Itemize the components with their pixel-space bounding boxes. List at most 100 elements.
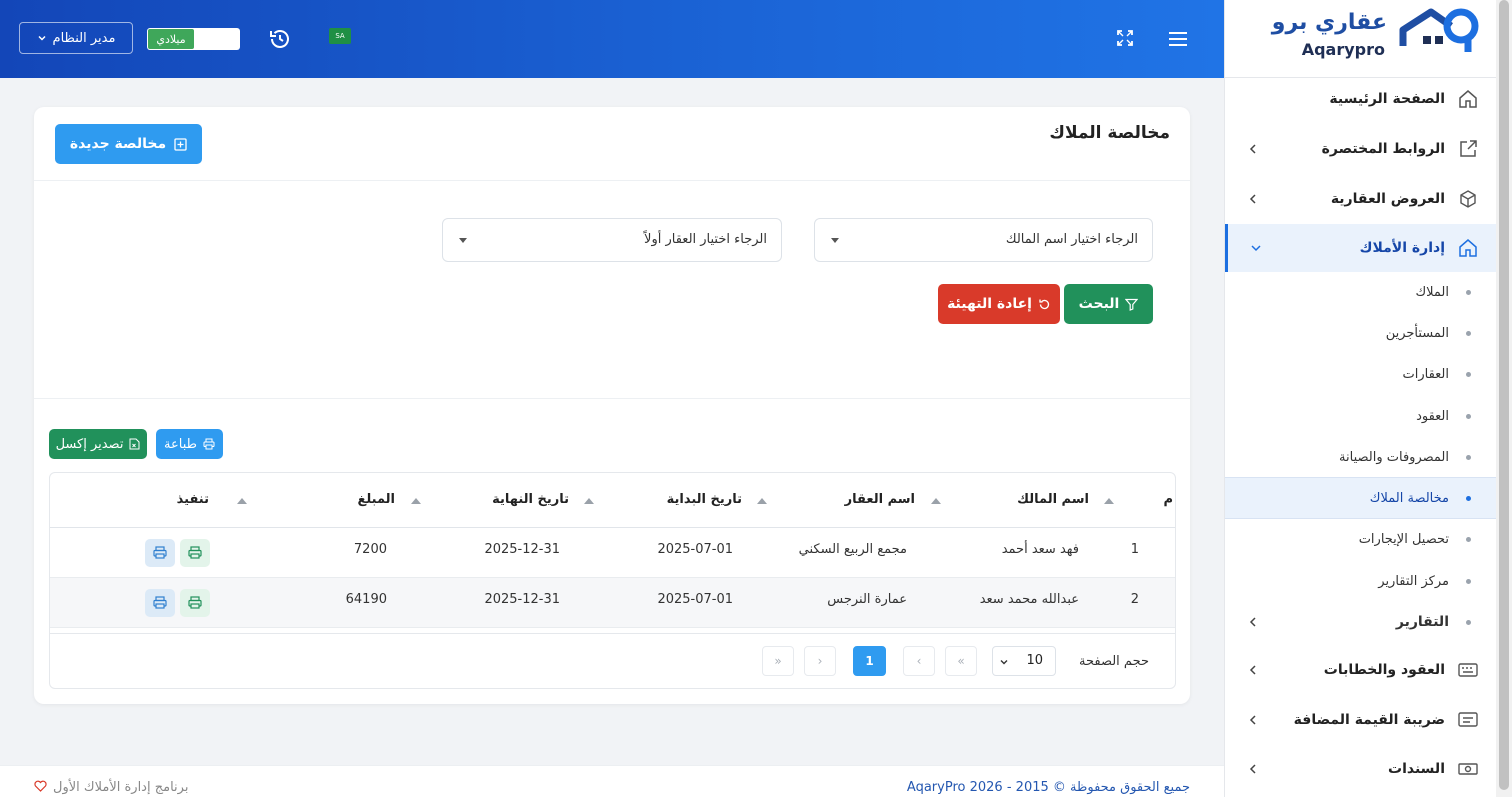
new-settlement-button[interactable]: مخالصة جديدة (55, 124, 202, 164)
sidebar-subitem-expenses[interactable]: المصروفات والصيانة (1225, 438, 1497, 476)
sidebar-item-contracts-letters[interactable]: العقود والخطابات (1225, 647, 1497, 693)
bullet-icon (1466, 578, 1471, 584)
calendar-toggle[interactable]: ميلادي (147, 28, 240, 50)
column-header-owner-name[interactable]: اسم المالك (1017, 492, 1089, 507)
sort-icon[interactable] (931, 498, 941, 504)
cell-end-date: 2025-12-31 (484, 592, 560, 607)
property-select[interactable]: الرجاء اختيار العقار أولاً (442, 218, 782, 262)
last-page-button[interactable]: » (762, 646, 794, 676)
user-menu-button[interactable]: مدير النظام (19, 22, 133, 54)
chevron-down-icon (37, 33, 47, 43)
sidebar-item-shortcuts[interactable]: الروابط المختصرة (1225, 126, 1497, 172)
page-size-select[interactable]: 10 (992, 646, 1056, 676)
cell-amount: 64190 (345, 592, 387, 607)
column-header-index[interactable]: م (1163, 492, 1173, 507)
fullscreen-icon[interactable] (1115, 28, 1135, 48)
sidebar-subitem-tenants[interactable]: المستأجرين (1225, 314, 1497, 352)
search-button[interactable]: البحث (1064, 284, 1153, 324)
sidebar-item-property-management[interactable]: إدارة الأملاك (1225, 224, 1497, 272)
user-menu-label: مدير النظام (52, 30, 116, 46)
hamburger-menu-icon[interactable] (1166, 28, 1190, 50)
chevron-down-icon (1251, 245, 1261, 252)
sidebar-item-label: إدارة الأملاك (1359, 240, 1445, 256)
table-header-row: م اسم المالك اسم العقار تاريخ البداية تا… (50, 473, 1175, 528)
copyright-text: جميع الحقوق محفوظة © 2015 - 2026 AqaryPr… (906, 780, 1190, 795)
cell-index: 1 (1130, 542, 1139, 557)
settlements-table: م اسم المالك اسم العقار تاريخ البداية تا… (49, 472, 1176, 689)
sort-icon[interactable] (411, 498, 421, 504)
sidebar-subitem-label: الملاك (1415, 284, 1449, 300)
column-header-end-date[interactable]: تاريخ النهاية (492, 492, 569, 507)
calendar-toggle-label: ميلادي (148, 29, 194, 49)
sidebar-item-vat[interactable]: ضريبة القيمة المضافة (1225, 697, 1497, 743)
sidebar-item-label: الصفحة الرئيسية (1329, 91, 1445, 107)
sidebar-subitem-owner-settlement[interactable]: مخالصة الملاك (1225, 477, 1497, 519)
sidebar-subitem-rent-collection[interactable]: تحصيل الإيجارات (1225, 520, 1497, 558)
sidebar-subitem-reports[interactable]: التقارير (1225, 603, 1497, 641)
page-1-button[interactable]: 1 (853, 646, 886, 676)
sidebar-item-home[interactable]: الصفحة الرئيسية (1225, 76, 1497, 122)
print-voucher-button[interactable] (145, 589, 175, 617)
prev-page-button[interactable]: ‹ (903, 646, 935, 676)
page-scrollbar[interactable] (1496, 0, 1512, 797)
sidebar-item-vouchers[interactable]: السندات (1225, 746, 1497, 792)
bullet-icon (1466, 619, 1471, 625)
sidebar-subitem-label: العقود (1416, 408, 1449, 424)
logo[interactable]: عقاري برو Aqarypro (1225, 0, 1497, 78)
column-header-start-date[interactable]: تاريخ البداية (667, 492, 742, 507)
owner-select[interactable]: الرجاء اختيار اسم المالك (814, 218, 1153, 262)
chevron-left-icon (1249, 665, 1256, 675)
footer-tagline-text: برنامج إدارة الأملاك الأول (53, 780, 189, 795)
sidebar-item-label: ضريبة القيمة المضافة (1293, 712, 1445, 728)
chevron-left-icon (1249, 764, 1256, 774)
printer-icon (153, 546, 167, 559)
owner-select-value: الرجاء اختيار اسم المالك (1005, 232, 1138, 247)
owner-settlement-card: مخالصة الملاك مخالصة جديدة الرجاء اختيار… (34, 107, 1190, 704)
top-header: مدير النظام ميلادي SA (0, 0, 1224, 78)
export-excel-button[interactable]: تصدير إكسل (49, 429, 147, 459)
new-settlement-label: مخالصة جديدة (69, 136, 167, 152)
chevron-down-icon (1000, 660, 1008, 665)
filter-icon (1125, 298, 1139, 311)
scrollbar-thumb[interactable] (1499, 0, 1509, 790)
sidebar-subitem-owners[interactable]: الملاك (1225, 273, 1497, 311)
cell-owner-name: عبدالله محمد سعد (979, 592, 1079, 607)
column-header-amount[interactable]: المبلغ (357, 492, 395, 507)
history-icon[interactable] (268, 27, 292, 51)
sort-icon[interactable] (237, 498, 247, 504)
reset-button[interactable]: إعادة التهيئة (938, 284, 1060, 324)
message-icon (1458, 712, 1478, 727)
divider (34, 398, 1190, 399)
footer-tagline: برنامج إدارة الأملاك الأول (34, 780, 188, 795)
sort-icon[interactable] (757, 498, 767, 504)
printer-icon (188, 596, 202, 609)
print-voucher-button[interactable] (145, 539, 175, 567)
sidebar-subitem-label: مخالصة الملاك (1369, 490, 1449, 506)
sidebar-subitem-properties[interactable]: العقارات (1225, 355, 1497, 393)
first-page-button[interactable]: « (945, 646, 977, 676)
print-button[interactable]: طباعة (156, 429, 223, 459)
print-row-button[interactable] (180, 539, 210, 567)
saudi-flag-icon[interactable]: SA (329, 28, 351, 44)
sort-icon[interactable] (584, 498, 594, 504)
refresh-icon (1039, 299, 1050, 309)
sidebar-subitem-label: المصروفات والصيانة (1339, 449, 1449, 465)
sidebar-item-offers[interactable]: العروض العقارية (1225, 176, 1497, 222)
plus-square-icon (174, 137, 187, 151)
reset-button-label: إعادة التهيئة (947, 296, 1032, 312)
print-row-button[interactable] (180, 589, 210, 617)
cell-owner-name: فهد سعد أحمد (1001, 542, 1079, 557)
logo-house-icon (1399, 8, 1479, 52)
chevron-left-icon (1249, 617, 1256, 627)
bullet-icon (1466, 371, 1471, 377)
chevron-left-icon (1249, 194, 1256, 204)
cell-start-date: 2025-07-01 (657, 592, 733, 607)
sidebar-subitem-label: المستأجرين (1385, 325, 1449, 341)
sidebar-subitem-label: التقارير (1395, 614, 1449, 630)
sidebar-subitem-reports-center[interactable]: مركز التقارير (1225, 562, 1497, 600)
next-page-button[interactable]: › (804, 646, 836, 676)
sort-icon[interactable] (1104, 498, 1114, 504)
column-header-property-name[interactable]: اسم العقار (845, 492, 915, 507)
money-icon (1458, 763, 1478, 775)
sidebar-subitem-contracts[interactable]: العقود (1225, 397, 1497, 435)
